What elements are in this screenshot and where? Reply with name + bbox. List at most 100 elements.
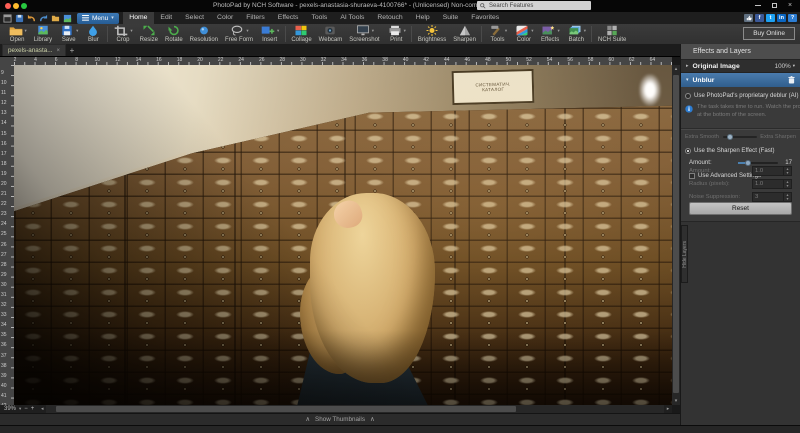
linkedin-icon[interactable]: in [777,14,786,22]
advanced-amount-input[interactable]: 1.0▴▾ [752,166,792,176]
insert-button[interactable]: ▾Insert [257,25,283,43]
collage-button[interactable]: Collage [288,25,315,43]
zoom-level[interactable]: 39% [4,405,16,413]
new-window-icon[interactable] [3,14,12,23]
image-icon[interactable] [63,14,72,23]
resolution-button[interactable]: Resolution [186,25,221,43]
document-tab[interactable]: pexels-anasta... × [2,44,66,56]
amount-slider[interactable] [738,162,778,164]
tab-color[interactable]: Color [211,12,240,24]
sharpen-button[interactable]: Sharpen [450,25,480,43]
nch-suite-button[interactable]: NCH Suite [594,25,629,43]
unblur-header-row[interactable]: ▾ Unblur [681,73,800,87]
tab-favorites[interactable]: Favorites [465,12,506,24]
help-icon[interactable]: ? [788,14,797,22]
spinner-icon[interactable]: ▴▾ [783,166,791,176]
rotate-button[interactable]: Rotate [161,25,186,43]
minimize-button[interactable] [750,0,766,11]
photo-image[interactable]: СИСТЕМАТИЧ.КАТАЛОГ [14,65,672,405]
opacity-dropdown[interactable]: 100%▾ [775,63,795,70]
chevron-down-icon[interactable]: ▾ [686,77,689,83]
resolution-icon [196,25,212,36]
zoom-in-button[interactable]: + [31,405,35,413]
close-traffic-light[interactable] [5,3,11,9]
scroll-up-icon[interactable]: ▴ [672,65,680,73]
ruler-label: 16 [156,57,162,63]
undo-icon[interactable] [27,14,36,23]
folder-icon[interactable] [51,14,60,23]
save-button[interactable]: ▾Save [56,25,82,43]
vertical-scrollbar[interactable]: ▴ ▾ [672,65,680,405]
buy-online-button[interactable]: Buy Online [743,27,795,40]
smooth-sharpen-slider[interactable] [723,136,757,138]
minimize-traffic-light[interactable] [13,3,19,9]
panel-divider [681,128,800,130]
close-tab-icon[interactable]: × [56,48,60,54]
print-button[interactable]: ▾Print [383,25,409,43]
new-tab-button[interactable]: + [66,44,78,56]
radius-input[interactable]: 1.0▴▾ [752,179,792,189]
spinner-icon[interactable]: ▴▾ [783,179,791,189]
color-button[interactable]: ▾Color [511,25,537,43]
horizontal-scrollbar[interactable] [46,405,664,413]
original-image-row[interactable]: ▸ Original Image 100%▾ [681,59,800,73]
vertical-scroll-thumb[interactable] [673,75,679,393]
delete-effect-icon[interactable] [788,76,795,84]
tab-tools[interactable]: Tools [305,12,334,24]
tab-filters[interactable]: Filters [240,12,272,24]
ruler-label: 40 [403,57,409,63]
twitter-icon[interactable]: t [766,14,775,22]
show-thumbnails-bar[interactable]: ∧ Show Thumbnails ∧ [0,413,680,425]
hide-layers-tab[interactable]: Hide Layers [681,225,688,283]
scroll-left-icon[interactable]: ◂ [38,405,46,413]
ruler-label: 19 [1,171,7,177]
horizontal-scroll-thumb[interactable] [56,406,516,412]
ruler-label: 14 [1,120,7,126]
chevron-right-icon[interactable]: ▸ [686,63,689,69]
reset-button[interactable]: Reset [689,202,792,215]
tab-retouch[interactable]: Retouch [371,12,409,24]
brightness-button[interactable]: Brightness [414,25,449,43]
sharpen-fast-radio-row[interactable]: Use the Sharpen Effect (Fast) [681,145,800,156]
effects-button[interactable]: ▾Effects [537,25,563,43]
free-form-button[interactable]: ▾Free Form [222,25,257,43]
tab-edit[interactable]: Edit [154,12,179,24]
radio-unselected-icon[interactable] [685,93,691,99]
save-icon[interactable] [15,14,24,23]
menu-button[interactable]: Menu ▾ [77,13,119,24]
scroll-right-icon[interactable]: ▸ [664,405,672,413]
deblur-ai-radio-row[interactable]: Use PhotoPad's proprietary deblur (AI) [681,90,800,101]
library-button[interactable]: Library [30,25,55,43]
zoom-dropdown-icon[interactable]: ▾ [19,405,21,413]
zoom-out-button[interactable]: − [24,405,28,413]
close-button[interactable]: × [782,0,798,11]
blur-button[interactable]: Blur [82,25,105,43]
canvas-bottom-bar: 39% ▾ − + ◂ ▸ [0,405,672,413]
search-features-input[interactable]: Search Features [477,1,591,10]
maximize-button[interactable] [766,0,782,11]
scroll-down-icon[interactable]: ▾ [672,397,680,405]
slider-thumb[interactable] [727,134,733,140]
redo-icon[interactable] [39,14,48,23]
crop-button[interactable]: ▾Crop [110,25,136,43]
smooth-sharpen-slider-row: Extra Smooth Extra Sharpen [681,132,800,142]
screenshot-button[interactable]: ▾Screenshot [346,25,383,43]
facebook-icon[interactable]: f [755,14,764,22]
like-icon[interactable] [744,14,753,22]
tab-ai-tools[interactable]: AI Tools [334,12,371,24]
blur-drop-icon [85,25,101,36]
tab-home[interactable]: Home [123,12,154,24]
open-button[interactable]: ▾Open [4,25,30,43]
radio-selected-icon[interactable] [685,148,691,154]
tab-help[interactable]: Help [409,12,436,24]
batch-button[interactable]: ▾Batch [563,25,589,43]
ruler-label: 34 [1,322,7,328]
tab-effects[interactable]: Effects [271,12,305,24]
tools-button[interactable]: ▾Tools [484,25,510,43]
tab-suite[interactable]: Suite [436,12,465,24]
webcam-button[interactable]: Webcam [315,25,346,43]
maximize-traffic-light[interactable] [21,3,27,9]
ruler-label: 8 [75,57,78,63]
resize-button[interactable]: Resize [136,25,161,43]
tab-select[interactable]: Select [179,12,211,24]
